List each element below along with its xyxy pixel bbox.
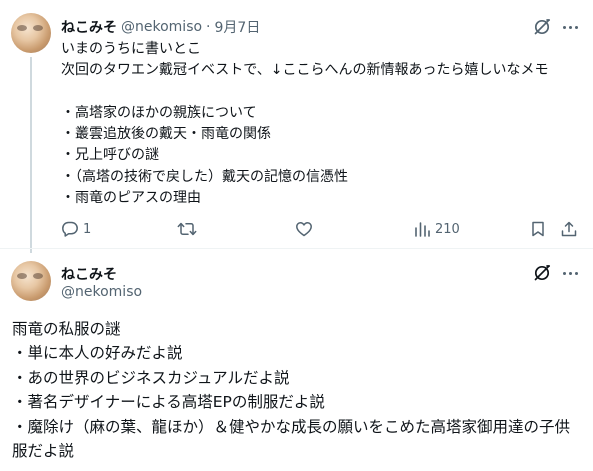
grok-icon[interactable]	[532, 17, 552, 37]
tweet-text-line: ・単に本人の好みだよ説	[12, 344, 183, 363]
tweet-text-line: ・兄上呼びの謎	[61, 147, 159, 164]
tweet-1-header: ねこみそ @nekomiso · 9月7日	[61, 17, 260, 37]
tweet-text-line	[61, 82, 581, 103]
reply-icon	[62, 221, 78, 237]
tweet-actions: 1 210	[61, 218, 581, 240]
avatar[interactable]	[11, 261, 51, 301]
tweet-text-line: ・あの世界のビジネスカジュアルだよ説	[12, 368, 290, 387]
tweet-text-line: ・著名デザイナーによる高塔EPの制服だよ説	[12, 393, 325, 412]
tweet-divider	[0, 248, 593, 249]
more-icon[interactable]	[560, 263, 580, 283]
tweet-1-text: いまのうちに書いとこ 次回のタワエン戴冠イベストで、↓ここらへんの新情報あったら…	[61, 39, 581, 209]
reply-count: 1	[83, 221, 92, 237]
like-icon	[296, 222, 312, 237]
separator: ·	[206, 19, 211, 35]
tweet-text-line: ・（高塔の技術で戻した）戴天の記憶の信憑性	[61, 168, 348, 185]
tweet-text-line: 雨竜の私服の謎	[12, 320, 121, 338]
more-icon[interactable]	[560, 17, 580, 37]
bookmark-icon	[532, 221, 544, 237]
handle[interactable]: @nekomiso	[121, 19, 202, 35]
tweet-text-line: ・高塔家のほかの親族について	[61, 104, 257, 121]
share-button[interactable]	[560, 218, 578, 240]
views-icon	[415, 222, 430, 237]
retweet-icon	[177, 222, 197, 236]
like-button[interactable]	[295, 218, 317, 240]
display-name[interactable]: ねこみそ	[61, 17, 117, 37]
views-count: 210	[435, 221, 460, 237]
tweet-text-line: いまのうちに書いとこ	[61, 41, 201, 57]
tweet-text-line: ・雨竜のピアスの理由	[61, 190, 201, 207]
thread-connector-line	[30, 57, 32, 253]
bookmark-button[interactable]	[529, 218, 547, 240]
reply-button[interactable]: 1	[61, 218, 91, 240]
tweet-text-line: ・叢雲追放後の戴天・雨竜の関係	[61, 126, 271, 143]
avatar[interactable]	[11, 13, 51, 53]
tweet-date[interactable]: 9月7日	[215, 17, 261, 37]
share-icon	[561, 221, 577, 237]
tweet-2-text: 雨竜の私服の謎 ・単に本人の好みだよ説 ・あの世界のビジネスカジュアルだよ説 ・…	[12, 317, 582, 463]
display-name[interactable]: ねこみそ	[61, 264, 117, 284]
tweet-text-line: 服だよ説	[12, 442, 75, 461]
views-button[interactable]: 210	[413, 218, 460, 240]
handle[interactable]: @nekomiso	[61, 284, 142, 300]
retweet-button[interactable]	[177, 218, 201, 240]
tweet-text-line: 次回のタワエン戴冠イベストで、↓ここらへんの新情報あったら嬉しいなメモ	[61, 62, 549, 79]
grok-icon[interactable]	[532, 263, 552, 283]
tweet-1[interactable]: ねこみそ @nekomiso · 9月7日 いまのうちに書いとこ 次回のタワエン…	[0, 0, 593, 253]
tweet-text-line: ・魔除け（麻の葉、龍ほか）＆健やかな成長の願いをこめた高塔家御用達の子供	[12, 417, 571, 436]
